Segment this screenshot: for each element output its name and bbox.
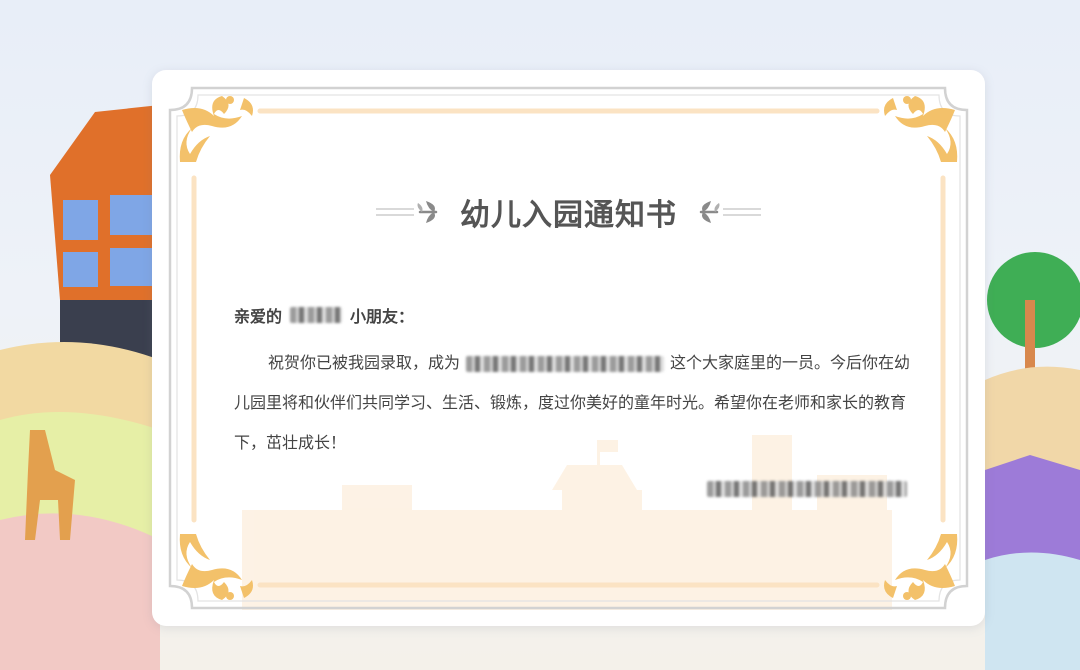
corner-flourish-icon [884, 96, 958, 162]
body-part-1: 祝贺你已被我园录取，成为 [268, 353, 461, 372]
right-scenery [985, 252, 1080, 670]
redacted-kindergarten-name [466, 355, 665, 372]
title-row: 幼儿入园通知书 [152, 188, 985, 236]
redacted-signature [707, 478, 907, 497]
redacted-signature-text [707, 480, 907, 497]
corner-flourish-icon [884, 534, 958, 600]
left-building [50, 105, 160, 370]
greeting-suffix: 小朋友： [350, 307, 415, 326]
title-leaf-icon [376, 201, 438, 223]
notice-body: 祝贺你已被我园录取，成为 这个大家庭里的一员。今后你在幼儿园里将和伙伴们共同学习、… [234, 343, 914, 463]
title-leaf-icon [699, 201, 761, 223]
admission-notice-card: 幼儿入园通知书 亲爱的 小朋友： 祝贺你已被我园录取，成为 这个大家庭里的一员。今… [152, 70, 985, 626]
redacted-child-name [290, 307, 343, 323]
greeting-line: 亲爱的 小朋友： [234, 303, 414, 327]
left-hills [0, 342, 160, 670]
corner-flourish-icon [179, 96, 253, 162]
notice-title: 幼儿入园通知书 [460, 198, 677, 233]
greeting-prefix: 亲爱的 [234, 307, 283, 326]
